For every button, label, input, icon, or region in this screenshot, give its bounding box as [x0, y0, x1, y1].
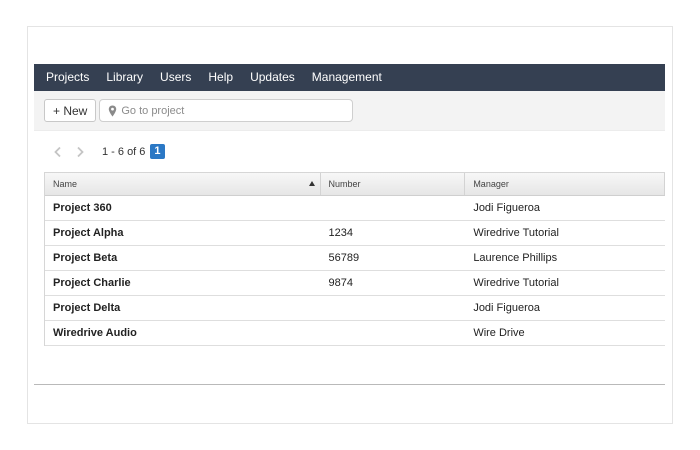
- table-row[interactable]: Project 360 Jodi Figueroa: [45, 196, 665, 221]
- table-row[interactable]: Project Alpha 1234 Wiredrive Tutorial: [45, 221, 665, 246]
- cell-number: 56789: [328, 252, 360, 264]
- current-page-button[interactable]: 1: [150, 144, 165, 159]
- nav-item-management[interactable]: Management: [312, 64, 382, 91]
- cell-number: [321, 296, 466, 320]
- page-range: 1 - 6 of 6: [102, 145, 146, 158]
- column-header-number[interactable]: Number: [321, 173, 466, 195]
- nav-item-users[interactable]: Users: [160, 64, 191, 91]
- projects-table: Name Number Manager Project 360 Jodi Fig…: [44, 172, 665, 346]
- cell-manager: Wire Drive: [473, 327, 525, 339]
- cell-name[interactable]: Project Charlie: [45, 271, 321, 295]
- column-header-name[interactable]: Name: [45, 173, 321, 195]
- cell-manager: Wiredrive Tutorial: [473, 277, 559, 289]
- toolbar: + New: [34, 91, 665, 131]
- cell-number: [321, 321, 466, 345]
- column-header-label: Name: [53, 179, 78, 189]
- chevron-left-icon[interactable]: [52, 146, 64, 158]
- project-search[interactable]: [99, 99, 354, 122]
- new-project-button[interactable]: + New: [44, 99, 97, 122]
- cell-number: 1234: [328, 227, 354, 239]
- column-header-label: Number: [328, 179, 361, 189]
- divider: [34, 384, 665, 385]
- cell-number: [321, 196, 466, 220]
- map-pin-icon: [108, 105, 117, 117]
- nav-item-help[interactable]: Help: [208, 64, 233, 91]
- top-nav: Projects Library Users Help Updates Mana…: [34, 64, 665, 91]
- chevron-right-icon[interactable]: [74, 146, 86, 158]
- table-row[interactable]: Project Delta Jodi Figueroa: [45, 296, 665, 321]
- cell-name[interactable]: Wiredrive Audio: [45, 321, 321, 345]
- nav-item-library[interactable]: Library: [106, 64, 143, 91]
- app-window: Projects Library Users Help Updates Mana…: [34, 64, 665, 386]
- table-row[interactable]: Wiredrive Audio Wire Drive: [45, 321, 665, 346]
- search-input[interactable]: [121, 104, 342, 117]
- nav-item-updates[interactable]: Updates: [250, 64, 295, 91]
- cell-name[interactable]: Project Alpha: [45, 221, 321, 245]
- cell-name[interactable]: Project Beta: [45, 246, 321, 270]
- table-row[interactable]: Project Charlie 9874 Wiredrive Tutorial: [45, 271, 665, 296]
- sort-ascending-icon: [308, 181, 315, 186]
- column-header-label: Manager: [473, 179, 509, 189]
- table-row[interactable]: Project Beta 56789 Laurence Phillips: [45, 246, 665, 271]
- cell-name[interactable]: Project 360: [45, 196, 321, 220]
- pagination: 1 - 6 of 6 1: [34, 131, 665, 172]
- cell-number: 9874: [328, 277, 354, 289]
- cell-manager: Jodi Figueroa: [473, 202, 540, 214]
- nav-item-projects[interactable]: Projects: [46, 64, 89, 91]
- cell-name[interactable]: Project Delta: [45, 296, 321, 320]
- cell-manager: Jodi Figueroa: [473, 302, 540, 314]
- table-header: Name Number Manager: [45, 172, 665, 196]
- column-header-manager[interactable]: Manager: [465, 173, 665, 195]
- cell-manager: Wiredrive Tutorial: [473, 227, 559, 239]
- cell-manager: Laurence Phillips: [473, 252, 558, 264]
